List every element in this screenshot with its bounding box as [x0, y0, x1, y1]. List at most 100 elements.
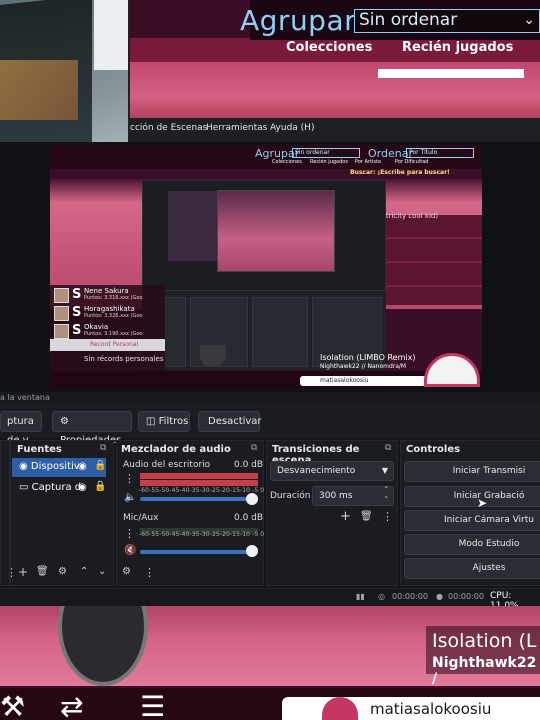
- score-player: Okavia: [84, 323, 109, 331]
- record-icon: ●: [436, 592, 443, 601]
- options-menu-icon[interactable]: ☰: [140, 690, 165, 720]
- source-item-capture[interactable]: ▭ Captura d: [19, 482, 81, 493]
- preview-row-text: ctricity cool kid): [382, 212, 439, 220]
- score-points: Puntos: 3.316.xxx (Goo: [84, 295, 143, 301]
- score-points: Puntos: 3.326.xxx (Goo: [84, 313, 143, 319]
- lock-icon[interactable]: 🔒: [94, 460, 106, 471]
- duration-input[interactable]: 300 ms ˄ ˅: [312, 486, 394, 506]
- dock-float-icon[interactable]: ⧉: [100, 443, 106, 453]
- dock-float-icon[interactable]: ⧉: [385, 443, 391, 453]
- webcam-screen-glow: [0, 60, 78, 120]
- mixer-channel-name: Mic/Aux: [123, 513, 159, 523]
- preview-osu-logo: [424, 353, 480, 387]
- deactivate-button[interactable]: Desactivar: [198, 411, 262, 432]
- volume-slider-knob[interactable]: [246, 493, 258, 505]
- transition-select[interactable]: Desvanecimiento ▼: [270, 461, 394, 481]
- preview-song-artist: Nighthawk22 // Nanomdra/M: [320, 363, 407, 370]
- menu-tools[interactable]: Herramientas: [206, 123, 267, 133]
- grade-icon: S: [72, 323, 82, 338]
- start-streaming-button[interactable]: Iniciar Transmisi: [404, 461, 540, 482]
- chevron-down-icon: ⌄: [523, 12, 535, 28]
- trash-icon[interactable]: 🗑: [360, 511, 373, 522]
- osu-song-artist: Nighthawk22 /: [432, 655, 537, 687]
- stream-icon: ◎: [378, 592, 385, 601]
- volume-slider-desktop[interactable]: [140, 497, 256, 501]
- capture-source-button[interactable]: ptura de v: [0, 411, 42, 446]
- obs-preview-canvas[interactable]: Agrupar Sin ordenar Ordenar Por Título C…: [50, 145, 482, 388]
- score-player: Horagashikata: [84, 305, 135, 313]
- preview-cursor-blob: [200, 345, 226, 367]
- osu-tab-colecciones[interactable]: Colecciones: [286, 40, 372, 55]
- mixer-title: Mezclador de audio: [121, 444, 231, 455]
- volume-slider-knob[interactable]: [246, 545, 258, 557]
- menu-help[interactable]: Ayuda (H): [270, 123, 314, 133]
- preview-record-label: Record Personal: [90, 341, 139, 348]
- start-recording-button[interactable]: Iniciar Grabació: [404, 486, 540, 507]
- speaker-muted-icon[interactable]: 🔇: [124, 545, 136, 556]
- filters-label: Filtros: [158, 416, 189, 427]
- mixer-channel-db: 0.0 dB: [234, 513, 264, 523]
- studio-mode-button[interactable]: Modo Estudio: [404, 534, 540, 555]
- lock-icon[interactable]: 🔒: [94, 481, 106, 492]
- filters-button[interactable]: ◫ Filtros: [138, 411, 190, 432]
- preview-group-select: Sin ordenar: [292, 148, 360, 158]
- settings-button[interactable]: Ajustes: [404, 558, 540, 579]
- speaker-icon[interactable]: 🔈: [124, 492, 136, 503]
- screen: Agrupar Sin ordenar ⌄ Colecciones Recién…: [0, 0, 540, 720]
- webcam-light: [94, 0, 128, 70]
- mouse-cursor-icon: ➤: [477, 496, 488, 510]
- menu-dots-icon[interactable]: ⋮: [6, 566, 17, 579]
- audio-meter-desktop-2: [140, 480, 258, 486]
- add-transition-icon[interactable]: +: [340, 509, 351, 524]
- preview-search: Buscar: ¡Escribe para buscar!: [350, 169, 450, 176]
- eye-icon[interactable]: ◉: [78, 461, 87, 472]
- meter-ticks: -60-55-50-45-40-35-30-25-20-15-10 -5 0: [139, 531, 265, 538]
- menu-dots-icon[interactable]: ⋮: [382, 510, 393, 523]
- mixer-settings-icon[interactable]: ⚙: [122, 566, 131, 577]
- add-source-icon[interactable]: +: [18, 565, 28, 579]
- preview-tab: Por Dificultad: [395, 159, 429, 165]
- eye-icon[interactable]: ◉: [78, 482, 87, 493]
- properties-button[interactable]: ⚙ Propiedades: [52, 411, 132, 446]
- gear-icon: ⚙: [60, 416, 69, 427]
- score-player: Nene Sakura: [84, 287, 129, 295]
- left-dock-edge: [0, 440, 10, 586]
- preview-score-row: S Horagashikata Puntos: 3.326.xxx (Goo: [54, 305, 164, 322]
- osu-sort-select[interactable]: Sin ordenar ⌄: [354, 9, 540, 33]
- menu-dots-icon[interactable]: ⋮: [144, 566, 155, 579]
- preview-song-rows: [380, 215, 482, 305]
- osu-player-name: matiasalokoosiu: [370, 700, 492, 718]
- obs-hint-text: a la ventana: [0, 393, 50, 402]
- osu-sort-value: Sin ordenar: [359, 10, 458, 30]
- signal-icon: ▮▮: [356, 592, 365, 601]
- source-item-device[interactable]: ◉ Dispositiv: [19, 461, 80, 472]
- grade-icon: S: [72, 305, 82, 320]
- osu-tab-recientes[interactable]: Recién jugados: [402, 40, 513, 55]
- avatar: [54, 324, 69, 339]
- gear-icon[interactable]: ⚙: [58, 566, 67, 577]
- trash-icon[interactable]: 🗑: [36, 566, 49, 577]
- chevron-up-icon[interactable]: ⌃: [80, 566, 88, 577]
- chevron-down-icon[interactable]: ⌄: [98, 566, 106, 577]
- start-virtual-camera-button[interactable]: Iniciar Cámara Virtu: [404, 510, 540, 531]
- menu-scene-collection[interactable]: cción de Escenas: [130, 123, 207, 133]
- grade-icon: S: [72, 287, 82, 302]
- osu-song-title: Isolation (L: [432, 630, 537, 652]
- stepper-icon[interactable]: ˄ ˅: [385, 485, 389, 505]
- mixer-channel-name: Audio del escritorio: [123, 460, 211, 470]
- osu-search-bar[interactable]: [378, 69, 524, 78]
- stream-time: 00:00:00: [392, 592, 428, 601]
- meter-ticks: -60-55-50-45-40-35-30-25-20-15-10 -5 0: [139, 487, 265, 494]
- preview-song-title: Isolation (LIMBO Remix): [320, 353, 416, 362]
- source-item-label: Dispositiv: [30, 461, 80, 472]
- volume-slider-mic[interactable]: [140, 550, 256, 554]
- mods-icon[interactable]: ⚒: [0, 690, 25, 720]
- source-item-label: Captura d: [31, 482, 82, 493]
- random-icon[interactable]: ⇄: [60, 690, 83, 720]
- dock-float-icon[interactable]: ⧉: [251, 443, 257, 453]
- preview-sort-select: Por Título: [406, 148, 474, 158]
- menu-dots-icon[interactable]: ⋮: [124, 527, 135, 540]
- duration-value: 300 ms: [319, 491, 353, 501]
- sources-title: Fuentes: [17, 444, 62, 455]
- menu-dots-icon[interactable]: ⋮: [124, 472, 135, 485]
